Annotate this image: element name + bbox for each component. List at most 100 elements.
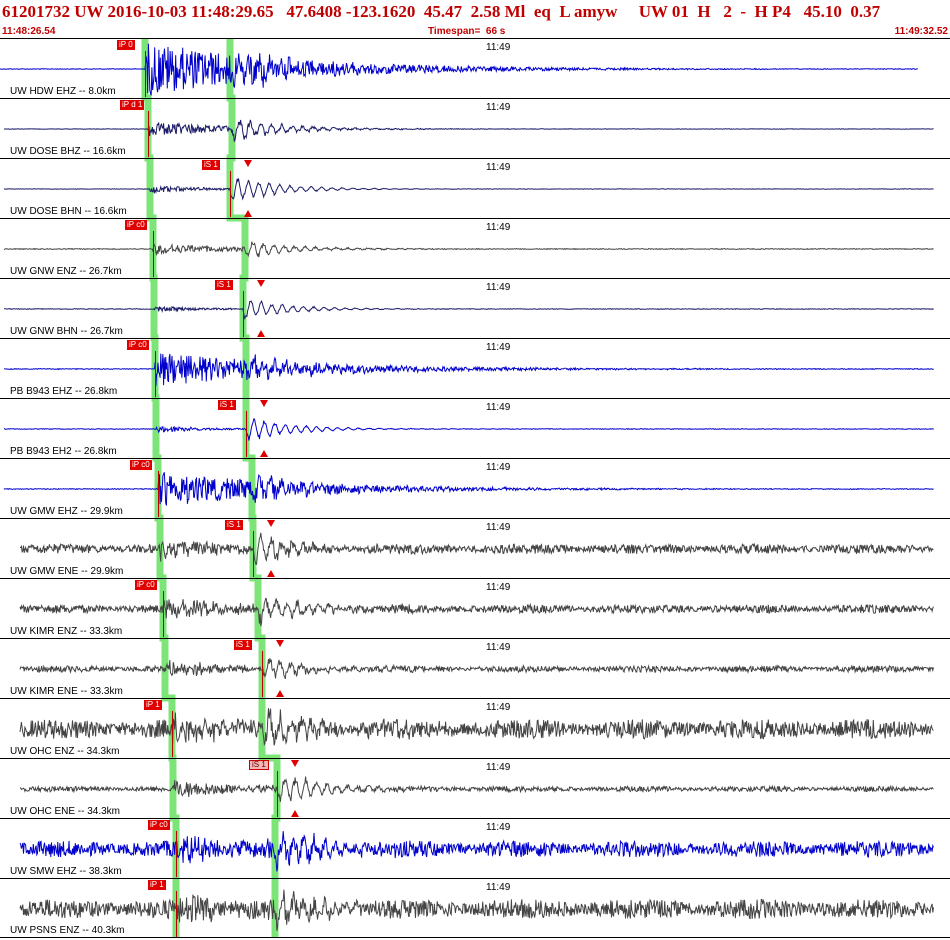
seismogram-trace [19, 776, 934, 802]
phase-pick-line[interactable] [253, 531, 254, 577]
waveform-panel[interactable]: 11:49 UW OHC ENZ -- 34.3km iP 1 [0, 698, 950, 758]
trace-line [19, 658, 934, 680]
phase-pick-line[interactable] [277, 771, 278, 817]
station-label: PB B943 EH2 -- 26.8km [10, 446, 117, 457]
phase-pick-tag[interactable]: iS 1 [215, 280, 233, 290]
seismogram-trace [19, 708, 934, 747]
station-label: UW OHC ENZ -- 34.3km [10, 746, 120, 757]
timespan-label: Timespan= 66 s [428, 26, 506, 37]
station-label: UW HDW EHZ -- 8.0km [10, 86, 116, 97]
phase-pick-tag[interactable]: iS 1 [218, 400, 236, 410]
waveform-panel[interactable]: 11:49 UW GMW EHZ -- 29.9km iP c0 [0, 458, 950, 518]
panel-time-label: 11:49 [486, 42, 511, 53]
station-label: PB B943 EHZ -- 26.8km [10, 386, 118, 397]
phase-pick-line[interactable] [148, 111, 149, 157]
panel-time-label: 11:49 [486, 822, 511, 833]
panel-time-label: 11:49 [486, 162, 511, 173]
panel-time-label: 11:49 [486, 642, 511, 653]
pick-marker-down-icon [267, 520, 275, 527]
panel-time-label: 11:49 [486, 762, 511, 773]
phase-pick-tag[interactable]: iP 1 [148, 880, 166, 890]
phase-pick-tag[interactable]: iS 1 [225, 520, 243, 530]
waveform-panels[interactable]: 11:49 UW HDW EHZ -- 8.0km iP 0 11:49 UW DOSE… [0, 38, 950, 940]
station-label: UW GMW ENE -- 29.9km [10, 566, 124, 577]
pick-marker-down-icon [291, 760, 299, 767]
pick-marker-down-icon [276, 640, 284, 647]
panel-time-label: 11:49 [486, 222, 511, 233]
panel-time-label: 11:49 [486, 882, 511, 893]
pick-marker-down-icon [257, 280, 265, 287]
trace-line [3, 472, 934, 506]
phase-pick-tag[interactable]: iS 1 [249, 760, 269, 770]
phase-pick-tag[interactable]: iS 1 [202, 160, 220, 170]
trace-line [19, 776, 934, 802]
waveform-panel[interactable]: 11:49 UW OHC ENE -- 34.3km iS 1 [0, 758, 950, 818]
station-label: UW GMW EHZ -- 29.9km [10, 506, 123, 517]
waveform-panel[interactable]: 11:49 PB B943 EHZ -- 26.8km iP c0 [0, 338, 950, 398]
phase-pick-tag[interactable]: iP c0 [135, 580, 157, 590]
waveform-panel[interactable]: 11:49 UW DOSE BHN -- 16.6km iS 1 [0, 158, 950, 218]
phase-pick-line[interactable] [145, 51, 146, 97]
waveform-panel[interactable]: 11:49 UW GNW ENZ -- 26.7km iP c0 [0, 218, 950, 278]
end-time: 11:49:32.52 [894, 26, 948, 37]
phase-pick-line[interactable] [230, 171, 231, 217]
pick-marker-up-icon [276, 690, 284, 697]
pick-marker-up-icon [257, 330, 265, 337]
pick-marker-up-icon [267, 570, 275, 577]
panel-time-label: 11:49 [486, 282, 511, 293]
panel-time-label: 11:49 [486, 522, 511, 533]
seismogram-trace [19, 532, 934, 565]
phase-pick-tag[interactable]: iS 1 [234, 640, 252, 650]
waveform-panel[interactable]: 11:49 UW KIMR ENE -- 33.3km iS 1 [0, 638, 950, 698]
phase-pick-tag[interactable]: iP d 1 [120, 100, 145, 110]
phase-pick-line[interactable] [176, 831, 177, 877]
station-label: UW KIMR ENZ -- 33.3km [10, 626, 123, 637]
phase-pick-tag[interactable]: iP c0 [130, 460, 152, 470]
phase-pick-tag[interactable]: iP 1 [144, 700, 162, 710]
waveform-panel[interactable]: 11:49 UW GMW ENE -- 29.9km iS 1 [0, 518, 950, 578]
station-label: UW SMW EHZ -- 38.3km [10, 866, 122, 877]
trace-line [19, 597, 934, 627]
phase-pick-tag[interactable]: iP c0 [148, 820, 170, 830]
phase-pick-tag[interactable]: iP c0 [127, 340, 149, 350]
phase-pick-line[interactable] [172, 711, 173, 757]
phase-pick-line[interactable] [246, 411, 247, 457]
start-time: 11:48:26.54 [2, 26, 56, 37]
waveform-panel[interactable]: 11:49 UW DOSE BHZ -- 16.6km iP d 1 [0, 98, 950, 158]
station-label: UW PSNS ENZ -- 40.3km [10, 925, 125, 936]
trace-line [3, 299, 934, 321]
seismogram-trace [4, 417, 934, 441]
phase-pick-line[interactable] [153, 231, 154, 277]
waveform-panel[interactable]: 11:49 UW GNW BHN -- 26.7km iS 1 [0, 278, 950, 338]
phase-pick-line[interactable] [163, 591, 164, 637]
phase-pick-tag[interactable]: iP 0 [117, 40, 135, 50]
panel-time-label: 11:49 [486, 702, 511, 713]
waveform-panel[interactable]: 11:49 UW PSNS ENZ -- 40.3km iP 1 [0, 878, 950, 938]
pick-marker-down-icon [260, 400, 268, 407]
phase-pick-tag[interactable]: iP c0 [125, 220, 147, 230]
trace-line [19, 831, 934, 872]
waveform-panel[interactable]: 11:49 UW KIMR ENZ -- 33.3km iP c0 [0, 578, 950, 638]
station-label: UW DOSE BHN -- 16.6km [10, 206, 127, 217]
event-title: 61201732 UW 2016-10-03 11:48:29.65 47.64… [2, 2, 881, 21]
seismogram-trace [3, 299, 934, 321]
waveform-panel[interactable]: 11:49 PB B943 EH2 -- 26.8km iS 1 [0, 398, 950, 458]
pick-marker-up-icon [291, 810, 299, 817]
phase-pick-line[interactable] [158, 471, 159, 517]
phase-pick-line[interactable] [155, 351, 156, 397]
header-bar: 61201732 UW 2016-10-03 11:48:29.65 47.64… [0, 0, 950, 38]
waveform-panel[interactable]: 11:49 UW SMW EHZ -- 38.3km iP c0 [0, 818, 950, 878]
phase-pick-line[interactable] [262, 651, 263, 697]
phase-pick-line[interactable] [176, 891, 177, 937]
trace-line [3, 241, 934, 258]
pick-marker-up-icon [244, 210, 252, 217]
trace-line [3, 178, 934, 201]
trace-line [19, 889, 934, 931]
station-label: UW OHC ENE -- 34.3km [10, 806, 121, 817]
waveform-panel[interactable]: 11:49 UW HDW EHZ -- 8.0km iP 0 [0, 38, 950, 98]
trace-line [3, 119, 934, 143]
panel-time-label: 11:49 [486, 462, 511, 473]
pick-marker-up-icon [260, 450, 268, 457]
phase-pick-line[interactable] [243, 291, 244, 337]
station-label: UW GNW BHN -- 26.7km [10, 326, 123, 337]
